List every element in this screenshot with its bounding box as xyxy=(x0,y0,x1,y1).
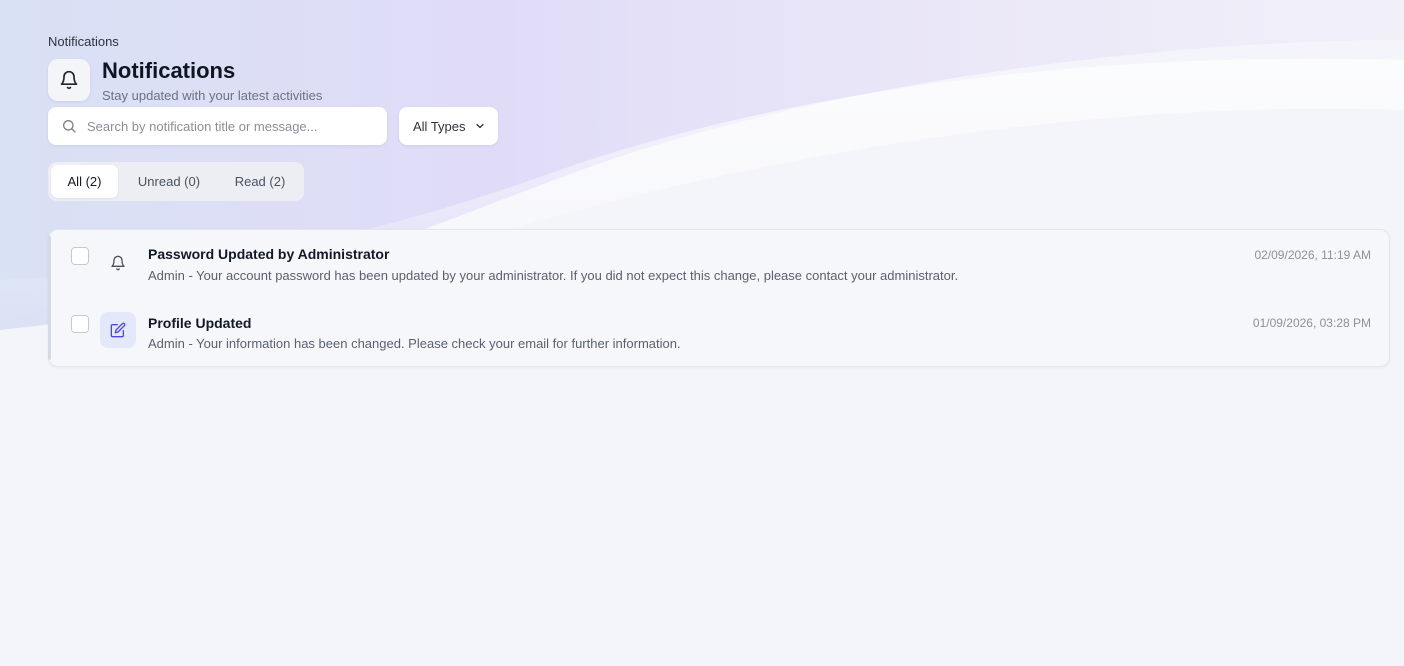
edit-icon xyxy=(100,312,136,348)
notification-message: Admin - Your account password has been u… xyxy=(148,268,959,283)
type-filter-select[interactable]: All Types xyxy=(399,107,498,145)
chevron-down-icon xyxy=(474,120,486,132)
notifications-page: Notifications Notifications Stay updated… xyxy=(0,0,1404,666)
notification-checkbox[interactable] xyxy=(71,315,89,333)
page-title: Notifications xyxy=(102,58,236,83)
type-filter-value: All Types xyxy=(413,118,466,134)
notification-title: Password Updated by Administrator xyxy=(148,246,390,262)
tab-all[interactable]: All (2) xyxy=(51,165,118,198)
bell-icon xyxy=(100,245,136,281)
notification-checkbox[interactable] xyxy=(71,247,89,265)
tab-unread[interactable]: Unread (0) xyxy=(118,165,220,198)
search-icon xyxy=(61,118,77,134)
notification-message: Admin - Your information has been change… xyxy=(148,336,681,351)
notification-list: Password Updated by Administrator Admin … xyxy=(48,229,1390,367)
notification-item[interactable]: Password Updated by Administrator Admin … xyxy=(49,230,1389,298)
search-input[interactable] xyxy=(87,118,367,134)
notification-timestamp: 02/09/2026, 11:19 AM xyxy=(1254,248,1371,262)
breadcrumb[interactable]: Notifications xyxy=(48,34,119,49)
notification-item[interactable]: Profile Updated Admin - Your information… xyxy=(49,299,1389,367)
notification-timestamp: 01/09/2026, 03:28 PM xyxy=(1252,316,1371,330)
search-box[interactable] xyxy=(48,107,387,145)
tab-read[interactable]: Read (2) xyxy=(220,165,300,198)
page-subtitle: Stay updated with your latest activities xyxy=(102,88,323,103)
bell-icon xyxy=(48,59,90,101)
filter-tabs: All (2) Unread (0) Read (2) xyxy=(48,162,304,201)
notification-title: Profile Updated xyxy=(148,315,252,331)
